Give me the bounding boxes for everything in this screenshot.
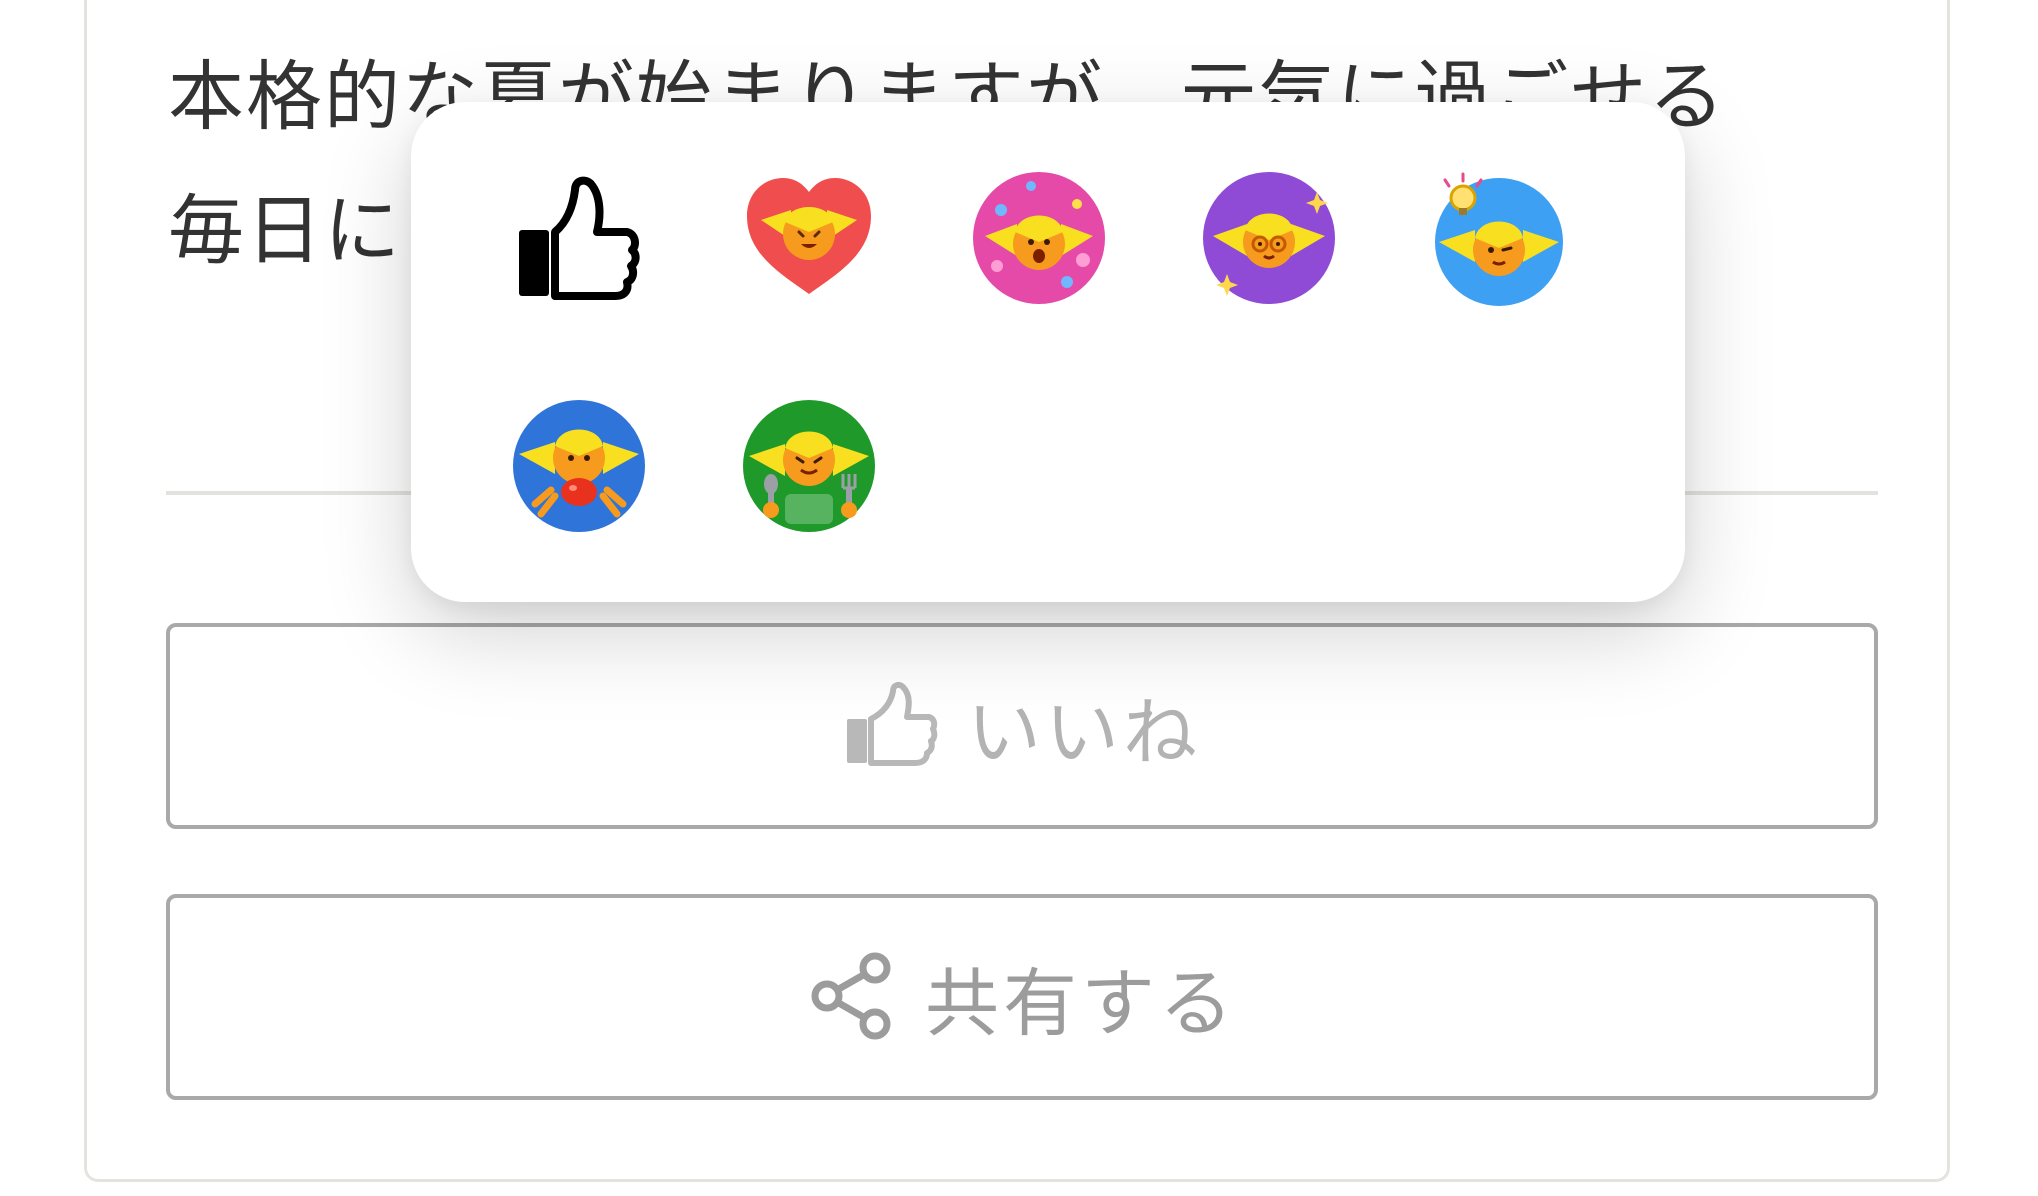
reaction-thumbs-up-icon[interactable] [511, 170, 647, 306]
reaction-eating-icon[interactable] [741, 398, 877, 534]
reaction-celebrate-icon[interactable] [971, 170, 1107, 306]
thumbs-up-icon [843, 679, 939, 773]
like-button[interactable]: いいね [166, 623, 1878, 829]
like-button-label: いいね [967, 689, 1201, 776]
reaction-heart-icon[interactable] [741, 170, 877, 306]
reaction-crab-icon[interactable] [511, 398, 647, 534]
reaction-sparkle-icon[interactable] [1201, 170, 1337, 306]
reaction-picker [411, 102, 1685, 602]
reaction-lightbulb-icon[interactable] [1431, 170, 1567, 306]
share-button-label: 共有する [925, 960, 1237, 1047]
share-button[interactable]: 共有する [166, 894, 1878, 1100]
share-icon [807, 950, 897, 1044]
